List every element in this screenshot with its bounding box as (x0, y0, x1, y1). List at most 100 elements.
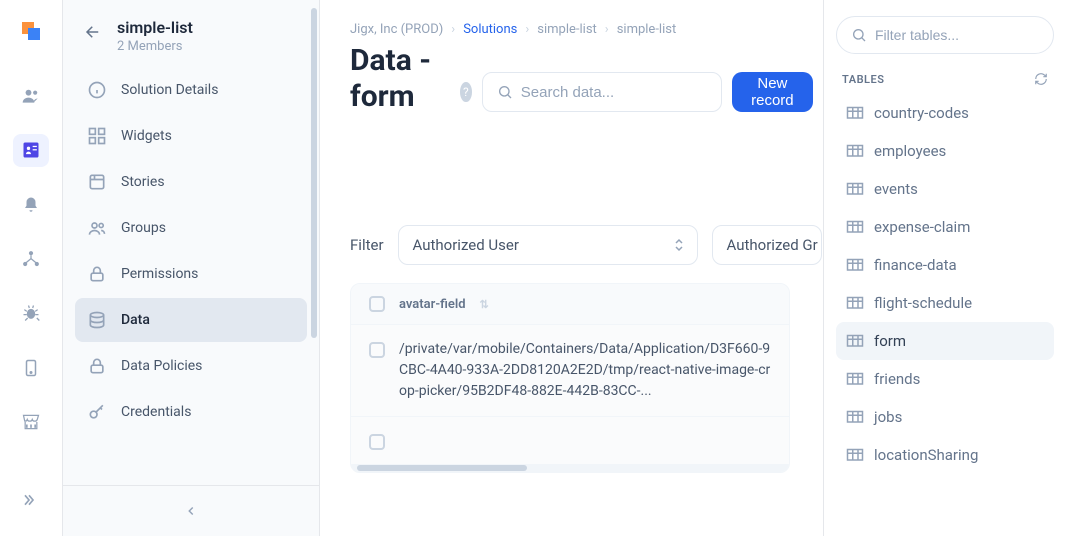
sidebar-item-groups[interactable]: Groups (75, 206, 307, 250)
table-item-form[interactable]: form (836, 322, 1054, 360)
table-name: finance-data (874, 256, 957, 274)
filter-select-authorized-user[interactable]: Authorized User (398, 225, 698, 265)
sidebar-item-label: Stories (121, 174, 165, 190)
table-name: friends (874, 370, 920, 388)
database-icon (87, 310, 107, 330)
table-name: employees (874, 142, 946, 160)
breadcrumb-item[interactable]: simple-list (617, 22, 677, 37)
breadcrumb-solutions[interactable]: Solutions (463, 22, 517, 37)
sidebar-item-label: Widgets (121, 128, 172, 144)
table-item-flight-schedule[interactable]: flight-schedule (836, 284, 1054, 322)
sidebar-item-label: Credentials (121, 404, 191, 420)
table-item-country-codes[interactable]: country-codes (836, 94, 1054, 132)
sidebar-item-data-policies[interactable]: Data Policies (75, 344, 307, 388)
rail-notifications-icon[interactable] (13, 189, 49, 221)
breadcrumb-item[interactable]: simple-list (537, 22, 597, 37)
chevron-right-icon: › (451, 22, 455, 37)
rail-org-icon[interactable] (13, 243, 49, 275)
table-name: events (874, 180, 918, 198)
data-table: avatar-field ⇅ /private/var/mobile/Conta… (350, 283, 790, 473)
breadcrumb: Jigx, Inc (PROD) › Solutions › simple-li… (350, 22, 823, 37)
scrollbar-thumb[interactable] (357, 465, 527, 471)
sidebar-scrollbar[interactable] (311, 8, 317, 338)
groups-icon (87, 218, 107, 238)
table-header: avatar-field ⇅ (351, 284, 789, 324)
rail-expand-icon[interactable] (13, 482, 49, 518)
sidebar-item-permissions[interactable]: Permissions (75, 252, 307, 296)
lock-icon (87, 264, 107, 284)
member-count: 2 Members (117, 39, 193, 54)
rail-bugs-icon[interactable] (13, 297, 49, 329)
refresh-icon[interactable] (1034, 72, 1048, 86)
rail-store-icon[interactable] (13, 406, 49, 438)
chevron-right-icon: › (605, 22, 609, 37)
info-icon (87, 80, 107, 100)
table-item-finance-data[interactable]: finance-data (836, 246, 1054, 284)
key-icon (87, 402, 107, 422)
new-record-button[interactable]: New record (732, 72, 813, 112)
sort-icon[interactable]: ⇅ (480, 298, 489, 311)
chevron-updown-icon (673, 237, 685, 253)
table-name: flight-schedule (874, 294, 972, 312)
table-icon (846, 296, 864, 310)
collapse-sidebar-button[interactable] (63, 485, 319, 536)
stories-icon (87, 172, 107, 192)
row-checkbox[interactable] (369, 434, 385, 450)
lock-icon (87, 356, 107, 376)
sidebar-item-label: Permissions (121, 266, 198, 282)
table-row[interactable] (351, 416, 789, 464)
table-icon (846, 372, 864, 386)
select-all-checkbox[interactable] (369, 296, 385, 312)
table-item-friends[interactable]: friends (836, 360, 1054, 398)
main-content: Jigx, Inc (PROD) › Solutions › simple-li… (320, 0, 823, 536)
search-input[interactable] (521, 84, 720, 101)
table-icon (846, 258, 864, 272)
table-icon (846, 334, 864, 348)
search-icon (497, 84, 513, 100)
sidebar-item-credentials[interactable]: Credentials (75, 390, 307, 434)
rail-users-icon[interactable] (13, 80, 49, 112)
sidebar-item-label: Data Policies (121, 358, 202, 374)
filter-tables-input[interactable] (875, 27, 1056, 43)
app-logo (16, 18, 46, 48)
table-icon (846, 448, 864, 462)
rail-mobile-icon[interactable] (13, 351, 49, 383)
table-row[interactable]: /private/var/mobile/Containers/Data/Appl… (351, 324, 789, 416)
sidebar-item-stories[interactable]: Stories (75, 160, 307, 204)
cell-value: /private/var/mobile/Containers/Data/Appl… (399, 339, 771, 402)
table-icon (846, 106, 864, 120)
table-item-events[interactable]: events (836, 170, 1054, 208)
table-name: country-codes (874, 104, 969, 122)
page-title: Data - form (350, 43, 445, 115)
widgets-icon (87, 126, 107, 146)
horizontal-scrollbar[interactable] (351, 464, 789, 472)
table-name: expense-claim (874, 218, 970, 236)
table-item-employees[interactable]: employees (836, 132, 1054, 170)
back-button[interactable] (81, 20, 105, 44)
table-icon (846, 410, 864, 424)
sidebar-item-label: Groups (121, 220, 166, 236)
table-icon (846, 144, 864, 158)
sidebar-item-label: Data (121, 312, 150, 328)
table-name: form (874, 332, 906, 350)
search-input-wrapper[interactable] (482, 72, 722, 112)
rail-solutions-icon[interactable] (13, 134, 49, 166)
solution-title: simple-list (117, 18, 193, 37)
chevron-right-icon: › (525, 22, 529, 37)
filter-select-authorized-group[interactable]: Authorized Gr (712, 225, 822, 265)
sidebar-item-solution-details[interactable]: Solution Details (75, 68, 307, 112)
sidebar-item-widgets[interactable]: Widgets (75, 114, 307, 158)
column-header[interactable]: avatar-field (399, 297, 466, 312)
icon-rail (0, 0, 63, 536)
table-item-locationSharing[interactable]: locationSharing (836, 436, 1054, 474)
sidebar: simple-list 2 Members Solution Details W… (63, 0, 320, 536)
filter-tables-wrapper[interactable] (836, 16, 1054, 54)
table-item-expense-claim[interactable]: expense-claim (836, 208, 1054, 246)
sidebar-item-data[interactable]: Data (75, 298, 307, 342)
breadcrumb-org[interactable]: Jigx, Inc (PROD) (350, 22, 443, 37)
table-item-jobs[interactable]: jobs (836, 398, 1054, 436)
help-button[interactable]: ? (460, 82, 472, 102)
table-name: locationSharing (874, 446, 978, 464)
row-checkbox[interactable] (369, 342, 385, 358)
search-icon (851, 27, 867, 43)
